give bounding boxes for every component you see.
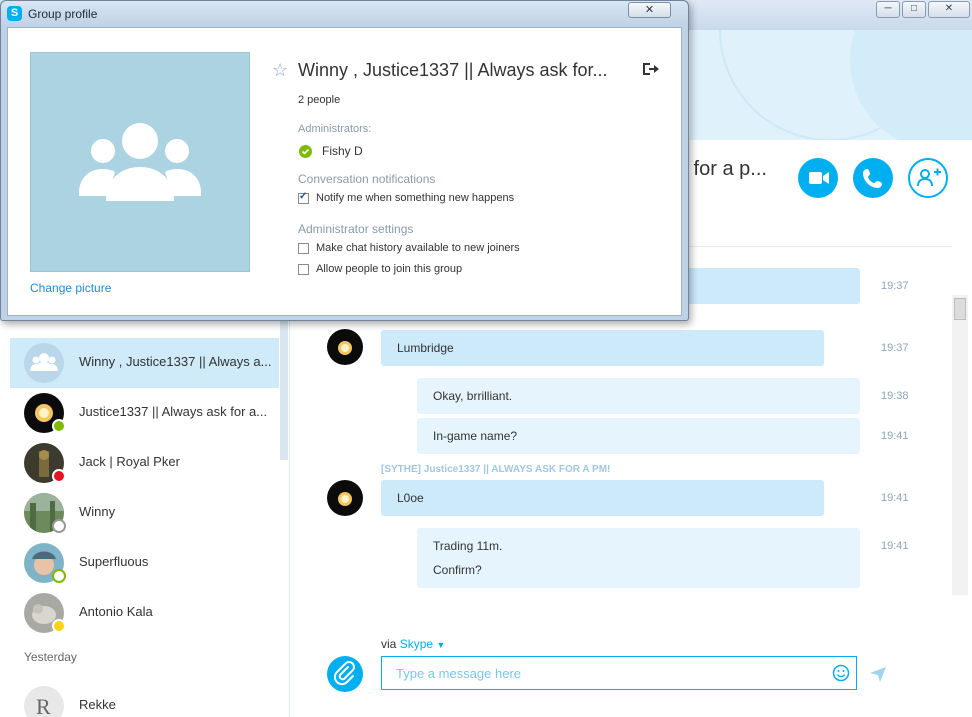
message-text: In-game name? xyxy=(433,429,518,443)
administrator-name[interactable]: Fishy D xyxy=(322,144,363,158)
main-close-button[interactable]: ✕ xyxy=(928,1,970,18)
contact-item[interactable]: Justice1337 || Always ask for a... xyxy=(10,388,279,438)
attach-button[interactable] xyxy=(327,656,363,692)
group-name[interactable]: Winny , Justice1337 || Always ask for... xyxy=(298,60,607,81)
via-service[interactable]: Skype xyxy=(400,637,433,651)
people-count: 2 people xyxy=(298,94,341,106)
contact-item[interactable]: Winny , Justice1337 || Always a... xyxy=(10,338,279,388)
avatar: R xyxy=(24,686,64,717)
message-time: 19:37 xyxy=(881,342,909,354)
message-bubble: Okay, brrilliant. xyxy=(417,378,860,414)
header-banner xyxy=(690,30,972,140)
dialog-titlebar: S Group profile ✕ xyxy=(1,1,688,27)
notifications-label: Conversation notifications xyxy=(298,172,436,186)
administrators-label: Administrators: xyxy=(298,123,372,135)
chat-scrollbar[interactable] xyxy=(952,295,968,595)
dialog-close-button[interactable]: ✕ xyxy=(628,2,671,18)
message-bubble: L0oe xyxy=(381,480,824,516)
busy-status-icon xyxy=(52,469,66,483)
call-button[interactable] xyxy=(853,158,893,198)
maximize-button[interactable]: □ xyxy=(902,1,926,18)
contact-item[interactable]: R Rekke xyxy=(10,678,279,717)
phone-icon xyxy=(863,169,882,188)
online-status-icon xyxy=(299,145,312,158)
chat-scroll-thumb[interactable] xyxy=(954,298,966,320)
contact-name: Jack | Royal Pker xyxy=(79,454,180,469)
favorite-star-icon[interactable]: ☆ xyxy=(272,60,288,80)
via-selector[interactable]: via Skype ▼ xyxy=(381,637,445,651)
notify-checkbox[interactable] xyxy=(298,191,309,204)
away-status-icon xyxy=(52,619,66,633)
message-text: Trading 11m. xyxy=(433,539,503,553)
message-time: 19:41 xyxy=(881,540,909,552)
minimize-button[interactable]: ─ xyxy=(876,1,900,18)
contact-name: Justice1337 || Always ask for a... xyxy=(79,404,268,419)
change-picture-link[interactable]: Change picture xyxy=(30,281,111,295)
sender-avatar xyxy=(327,480,363,516)
join-checkbox[interactable] xyxy=(298,264,309,275)
message-text: Okay, brrilliant. xyxy=(433,389,513,403)
video-call-button[interactable] xyxy=(798,158,838,198)
conversation-title: k for a p... xyxy=(678,158,767,180)
emoticon-button[interactable] xyxy=(832,664,850,682)
skype-logo-icon: S xyxy=(7,6,22,21)
sidebar-scrollbar[interactable] xyxy=(280,320,288,460)
add-person-icon xyxy=(917,168,941,187)
history-checkbox[interactable] xyxy=(298,243,309,254)
via-prefix: via xyxy=(381,637,397,651)
message-time: 19:38 xyxy=(881,390,909,402)
contact-item[interactable]: Antonio Kala xyxy=(10,588,279,638)
message-bubble: In-game name? xyxy=(417,418,860,454)
contact-name: Superfluous xyxy=(79,554,149,569)
group-avatar-icon xyxy=(24,343,64,383)
notify-option-label: Notify me when something new happens xyxy=(316,192,515,204)
admin-settings-label: Administrator settings xyxy=(298,222,414,236)
paperclip-icon xyxy=(333,661,355,686)
contact-name: Winny , Justice1337 || Always a... xyxy=(79,354,272,369)
contact-item[interactable]: Jack | Royal Pker xyxy=(10,438,279,488)
contact-item[interactable]: Winny xyxy=(10,488,279,538)
dialog-title: Group profile xyxy=(28,7,98,21)
contact-name: Antonio Kala xyxy=(79,604,153,619)
history-option-label: Make chat history available to new joine… xyxy=(316,242,520,254)
message-bubble: Lumbridge xyxy=(381,330,824,366)
online-status-icon xyxy=(52,419,66,433)
smiley-icon xyxy=(832,664,850,682)
sender-name: [SYTHE] Justice1337 || ALWAYS ASK FOR A … xyxy=(381,464,611,475)
contact-name: Winny xyxy=(79,504,116,519)
send-arrow-icon xyxy=(870,667,886,682)
join-option-label: Allow people to join this group xyxy=(316,263,463,275)
unknown-status-icon xyxy=(52,519,66,533)
sender-avatar xyxy=(327,329,363,365)
offline-status-icon xyxy=(52,569,66,583)
leave-conversation-icon[interactable] xyxy=(641,61,659,77)
section-label-yesterday: Yesterday xyxy=(24,650,77,664)
message-input[interactable] xyxy=(381,656,857,690)
contact-item[interactable]: Superfluous xyxy=(10,538,279,588)
message-text: L0oe xyxy=(397,491,424,505)
message-time: 19:41 xyxy=(881,430,909,442)
message-time: 19:41 xyxy=(881,492,909,504)
group-people-icon xyxy=(79,123,201,201)
svg-text:R: R xyxy=(36,694,51,717)
message-time: 19:37 xyxy=(881,280,909,292)
add-people-button[interactable] xyxy=(908,158,948,198)
chevron-down-icon: ▼ xyxy=(436,640,446,650)
message-text: Confirm? xyxy=(433,563,482,577)
message-bubble: Trading 11m. Confirm? xyxy=(417,528,860,588)
send-button[interactable] xyxy=(868,664,888,684)
video-camera-icon xyxy=(809,172,829,184)
contact-name: Rekke xyxy=(79,697,116,712)
message-text: Lumbridge xyxy=(397,341,454,355)
group-picture[interactable] xyxy=(30,52,250,272)
